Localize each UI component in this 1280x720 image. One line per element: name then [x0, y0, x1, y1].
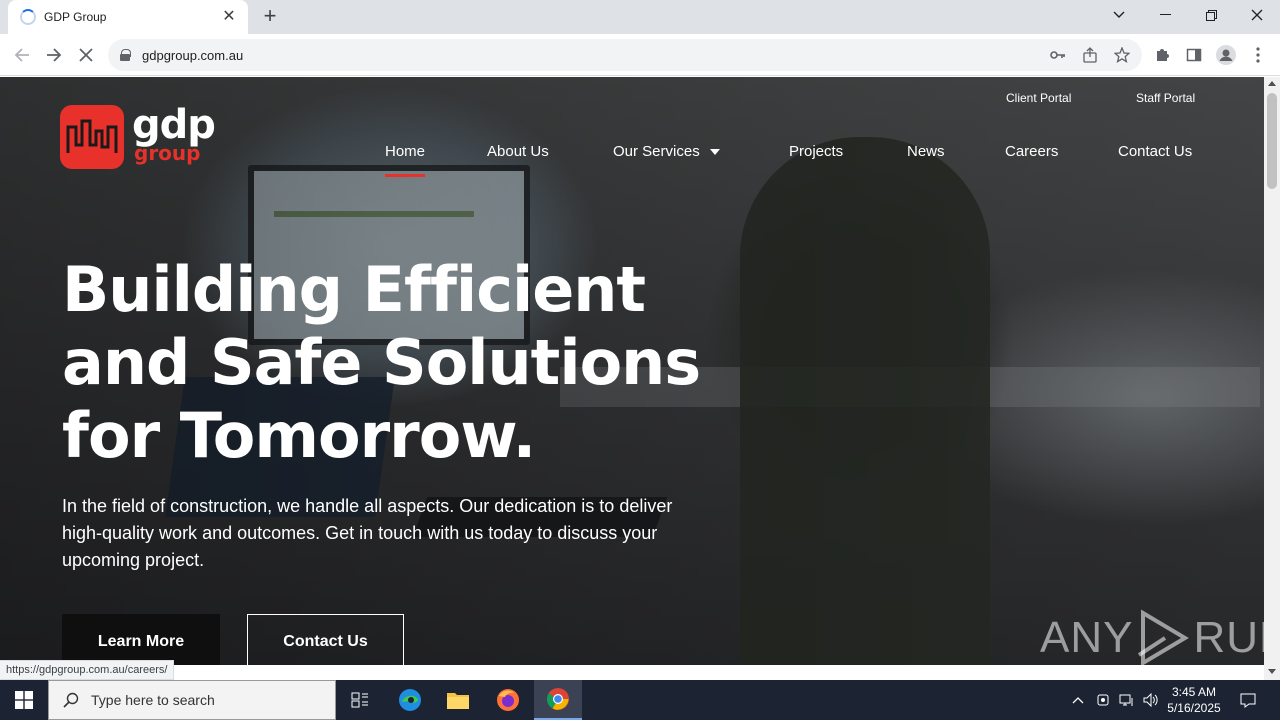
- taskbar-search-box[interactable]: Type here to search: [48, 680, 336, 720]
- task-view-button[interactable]: [336, 680, 384, 720]
- nav-our-services[interactable]: Our Services: [613, 143, 720, 165]
- show-hidden-icons-chevron[interactable]: [1068, 680, 1088, 720]
- edge-taskbar-button[interactable]: [386, 680, 434, 720]
- close-tab-icon[interactable]: ✕: [220, 8, 238, 26]
- hero-subtext: In the field of construction, we handle …: [62, 493, 782, 574]
- restore-button[interactable]: [1188, 0, 1234, 30]
- start-button[interactable]: [0, 680, 48, 720]
- taskbar-search-placeholder: Type here to search: [91, 692, 215, 708]
- watermark-left: ANY: [1040, 613, 1134, 662]
- firefox-icon: [497, 689, 519, 711]
- hero-headline-line: and Safe Solutions: [62, 326, 701, 399]
- task-view-icon: [351, 692, 368, 708]
- page-scrollbar[interactable]: [1264, 77, 1280, 680]
- watermark-right: RUN: [1193, 613, 1264, 662]
- address-bar[interactable]: gdpgroup.com.au: [108, 39, 1142, 71]
- lock-icon[interactable]: [120, 49, 131, 61]
- stop-loading-button[interactable]: [72, 41, 100, 69]
- clock-time: 3:45 AM: [1171, 685, 1217, 699]
- network-icon[interactable]: [1117, 680, 1137, 720]
- bookmark-star-icon[interactable]: [1110, 39, 1134, 71]
- staff-portal-link[interactable]: Staff Portal: [1136, 91, 1195, 105]
- edge-icon: [399, 689, 421, 711]
- browser-tab[interactable]: GDP Group ✕: [8, 0, 248, 34]
- nav-about-us[interactable]: About Us: [487, 143, 549, 165]
- loading-spinner-icon: [20, 9, 36, 25]
- link-status-bar: https://gdpgroup.com.au/careers/: [0, 660, 175, 680]
- nav-contact-us[interactable]: Contact Us: [1118, 143, 1192, 165]
- hero-subtext-line: In the field of construction, we handle …: [62, 496, 673, 516]
- nav-news[interactable]: News: [907, 143, 945, 165]
- minimize-button[interactable]: [1142, 0, 1188, 30]
- forward-button[interactable]: [40, 41, 68, 69]
- close-window-button[interactable]: [1234, 0, 1280, 30]
- clock-date: 5/16/2025: [1167, 701, 1221, 715]
- search-icon: [63, 692, 79, 708]
- url-text[interactable]: gdpgroup.com.au: [142, 48, 243, 63]
- share-icon[interactable]: [1078, 39, 1102, 71]
- tab-search-chevron-icon[interactable]: [1096, 0, 1142, 30]
- password-key-icon[interactable]: [1046, 39, 1070, 71]
- learn-more-button[interactable]: Learn More: [62, 614, 220, 665]
- hero-headline: Building Efficient and Safe Solutions fo…: [62, 253, 782, 472]
- play-triangle-icon: [1138, 609, 1190, 665]
- scroll-thumb[interactable]: [1267, 93, 1277, 189]
- extensions-puzzle-icon[interactable]: [1148, 41, 1176, 69]
- back-button[interactable]: [8, 41, 36, 69]
- side-panel-icon[interactable]: [1180, 41, 1208, 69]
- hero-subtext-line: high-quality work and outcomes. Get in t…: [62, 523, 658, 543]
- profile-avatar-icon[interactable]: [1212, 41, 1240, 69]
- scroll-down-arrow-icon[interactable]: [1268, 669, 1276, 674]
- taskbar-clock[interactable]: 3:45 AM 5/16/2025: [1158, 684, 1230, 716]
- windows-logo-icon: [15, 691, 33, 709]
- hero-headline-line: for Tomorrow.: [62, 399, 536, 472]
- nav-home[interactable]: Home: [385, 143, 426, 177]
- logo-word: gdp: [132, 102, 216, 148]
- scroll-up-arrow-icon[interactable]: [1268, 81, 1276, 86]
- chrome-icon: [547, 688, 569, 710]
- notification-icon[interactable]: [1236, 680, 1260, 720]
- kebab-menu-icon[interactable]: [1244, 41, 1272, 69]
- nav-our-services-label: Our Services: [613, 143, 700, 160]
- nav-projects[interactable]: Projects: [789, 143, 843, 165]
- client-portal-link[interactable]: Client Portal: [1006, 91, 1071, 105]
- tab-strip: GDP Group ✕ +: [0, 0, 1280, 34]
- tab-title: GDP Group: [44, 10, 107, 24]
- anyrun-watermark: ANY RUN: [1040, 609, 1264, 665]
- folder-icon: [447, 693, 469, 709]
- hero-headline-line: Building Efficient: [62, 253, 646, 326]
- new-tab-button[interactable]: +: [258, 5, 282, 29]
- hero-subtext-line: upcoming project.: [62, 550, 205, 570]
- chrome-taskbar-button[interactable]: [534, 680, 582, 720]
- logo-mark-icon: [60, 105, 124, 169]
- meet-now-icon[interactable]: [1093, 680, 1113, 720]
- site-logo[interactable]: gdp group: [60, 102, 216, 169]
- firefox-taskbar-button[interactable]: [484, 680, 532, 720]
- dropdown-caret-icon: [709, 149, 720, 156]
- windows-taskbar: Type here to search 3:45 AM 5/16/2025: [0, 680, 1280, 720]
- nav-careers[interactable]: Careers: [1005, 143, 1058, 165]
- browser-toolbar: gdpgroup.com.au: [0, 34, 1280, 76]
- file-explorer-taskbar-button[interactable]: [434, 680, 482, 720]
- page-viewport: gdp group Client Portal Staff Portal Hom…: [0, 77, 1264, 665]
- contact-us-button[interactable]: Contact Us: [247, 614, 404, 665]
